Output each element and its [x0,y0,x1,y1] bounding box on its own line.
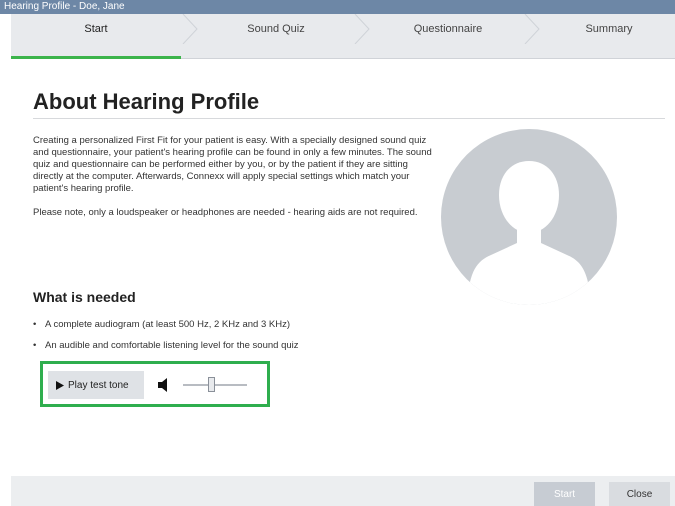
play-icon [56,380,64,390]
step-separator-icon [524,14,540,44]
user-silhouette-icon [441,129,617,305]
footer-bar: Start Close [11,476,675,506]
window-title: Hearing Profile - Doe, Jane [4,1,125,12]
requirements-list: A complete audiogram (at least 500 Hz, 2… [33,319,299,361]
play-test-tone-button[interactable]: Play test tone [48,371,144,399]
what-is-needed-heading: What is needed [33,289,136,305]
volume-slider-handle[interactable] [208,377,215,392]
tab-questionnaire[interactable]: Questionnaire [373,14,523,44]
list-item: A complete audiogram (at least 500 Hz, 2… [33,319,299,330]
wizard-step-tabs: Start Sound Quiz Questionnaire Summary [11,14,675,59]
intro-note: Please note, only a loudspeaker or headp… [33,207,418,218]
tab-sound-quiz[interactable]: Sound Quiz [201,14,351,44]
step-separator-icon [182,14,198,44]
test-tone-panel: Play test tone [40,361,270,407]
list-item: An audible and comfortable listening lev… [33,340,299,351]
speaker-icon [158,378,167,392]
intro-paragraph: Creating a personalized First Fit for yo… [33,135,432,194]
start-button[interactable]: Start [534,482,595,506]
volume-slider-track[interactable] [183,384,247,386]
page-title: About Hearing Profile [33,89,260,114]
play-test-tone-label: Play test tone [68,379,129,391]
intro-text: Creating a personalized First Fit for yo… [33,135,433,231]
tab-start[interactable]: Start [11,14,181,44]
window-title-bar: Hearing Profile - Doe, Jane [0,0,675,14]
main-content: About Hearing Profile Creating a persona… [11,59,675,476]
title-divider [33,118,665,119]
step-separator-icon [354,14,370,44]
close-button[interactable]: Close [609,482,670,506]
tab-summary[interactable]: Summary [543,14,675,44]
